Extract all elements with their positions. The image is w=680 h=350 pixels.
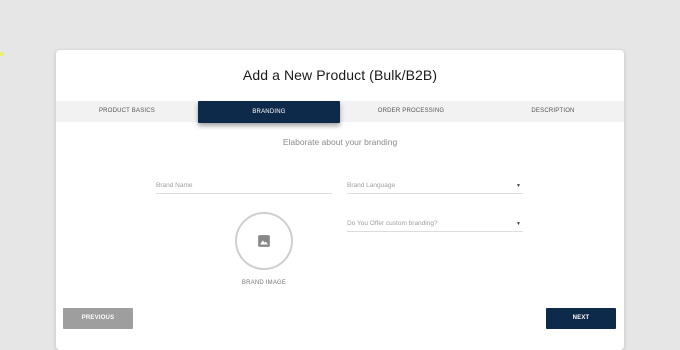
step-order-processing[interactable]: ORDER PROCESSING [340,101,482,122]
brand-language-placeholder: Brand Language [347,182,396,189]
brand-language-select[interactable]: Brand Language ▼ [347,179,523,194]
brand-image-label: BRAND IMAGE [241,280,287,286]
dropdown-caret-icon: ▼ [516,221,521,227]
step-product-basics[interactable]: PRODUCT BASICS [56,101,198,122]
stepper: PRODUCT BASICS BRANDING ORDER PROCESSING… [56,101,624,123]
add-product-card: Add a New Product (Bulk/B2B) PRODUCT BAS… [56,50,624,350]
dropdown-caret-icon: ▼ [516,183,521,189]
custom-branding-placeholder: Do You Offer custom branding? [347,220,438,227]
step-branding[interactable]: BRANDING [198,101,340,123]
section-subtitle: Elaborate about your branding [282,137,398,147]
custom-branding-select[interactable]: Do You Offer custom branding? ▼ [347,217,523,232]
decorative-dot [0,52,4,56]
brand-name-placeholder: Brand Name [156,182,193,189]
image-icon [258,235,270,247]
step-description[interactable]: DESCRIPTION [482,101,624,122]
brand-name-field[interactable]: Brand Name [156,179,332,194]
brand-image-upload[interactable] [235,212,293,270]
next-button[interactable]: NEXT [546,308,616,329]
page-title: Add a New Product (Bulk/B2B) [242,67,438,83]
previous-button[interactable]: PREVIOUS [63,308,133,329]
